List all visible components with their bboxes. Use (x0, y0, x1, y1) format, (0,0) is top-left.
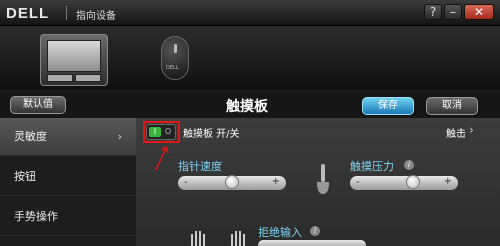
sidebar-item-label: 按钮 (14, 170, 36, 183)
title-bar: DELL 指向设备 ? – ✕ (0, 0, 500, 26)
sidebar-item-label: 手势操作 (14, 210, 58, 223)
touch-pressure-slider[interactable]: - + (350, 175, 458, 190)
annotation-highlight-box (143, 121, 180, 143)
restore-defaults-button[interactable]: 默认值 (10, 96, 66, 114)
touchpad-left-button-graphic (47, 74, 73, 82)
pointer-speed-slider[interactable]: - + (178, 175, 286, 190)
touchpad-toggle-label: 触摸板 开/关 (183, 129, 240, 140)
pointer-speed-label: 指针速度 (178, 160, 222, 173)
title-separator (66, 6, 67, 20)
minimize-button[interactable]: – (444, 4, 462, 20)
dell-logo: DELL (6, 5, 50, 22)
palm-rejection-slider[interactable] (258, 240, 366, 246)
finger-press-icon (317, 164, 329, 194)
chevron-right-icon: › (117, 130, 122, 143)
save-button[interactable]: 保存 (362, 97, 414, 115)
palm-rejection-label: 拒绝输入 (258, 226, 302, 239)
cancel-button[interactable]: 取消 (426, 97, 478, 115)
touchpad-right-button-graphic (75, 74, 101, 82)
touch-pressure-knob[interactable] (406, 175, 420, 189)
mouse-device-icon[interactable]: DELL (161, 36, 189, 80)
pointer-speed-knob[interactable] (225, 175, 239, 189)
mouse-wheel-graphic (174, 44, 177, 53)
plus-icon: + (443, 176, 452, 187)
window-title: 指向设备 (76, 11, 116, 22)
help-button[interactable]: ? (424, 4, 442, 20)
chevron-right-icon[interactable]: › (469, 123, 474, 137)
close-button[interactable]: ✕ (464, 4, 494, 20)
touchpad-device-icon[interactable] (40, 34, 108, 86)
plus-icon: + (271, 176, 280, 187)
minus-icon: - (356, 177, 360, 188)
info-icon[interactable]: i (310, 226, 320, 236)
sidebar-item-buttons[interactable]: 按钮 (0, 158, 136, 196)
sidebar-item-sensitivity[interactable]: 灵敏度 › (0, 118, 136, 156)
palm-hands-icon (191, 231, 245, 246)
touch-pressure-label: 触摸压力 (350, 160, 394, 173)
touchpad-surface (47, 40, 101, 72)
dell-pointing-device-window: DELL 指向设备 ? – ✕ DELL 默认值 触摸板 保存 取消 灵敏度 ›… (0, 0, 500, 246)
page-title: 触摸板 (226, 99, 268, 115)
mouse-brand: DELL (166, 65, 179, 71)
device-selector: DELL (0, 26, 500, 90)
info-icon[interactable]: i (404, 160, 414, 170)
sidebar: 灵敏度 › 按钮 手势操作 (0, 118, 136, 246)
tap-settings-link[interactable]: 触击 (446, 125, 466, 140)
sensitivity-panel: I O 触摸板 开/关 触击 › 指针速度 - + 触摸压力 i - + 拒绝输… (136, 118, 500, 246)
annotation-arrow-icon (155, 145, 169, 171)
sidebar-item-label: 灵敏度 (14, 130, 47, 143)
minus-icon: - (184, 177, 188, 188)
sidebar-item-gestures[interactable]: 手势操作 (0, 198, 136, 236)
